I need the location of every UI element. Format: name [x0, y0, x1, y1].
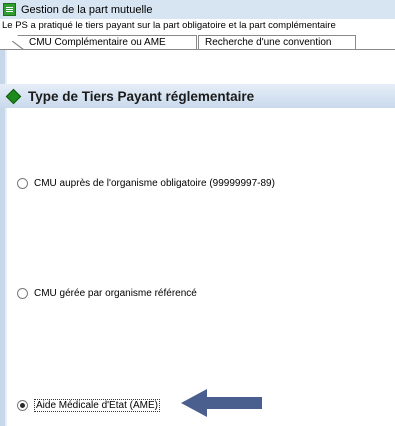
tab-label: Recherche d'une convention — [205, 37, 332, 48]
window-title: Gestion de la part mutuelle — [21, 3, 153, 16]
option-label: Aide Médicale d'Etat (AME) — [34, 399, 160, 412]
section-header: Type de Tiers Payant réglementaire — [0, 84, 395, 108]
tab-cmu-complementaire[interactable]: CMU Complémentaire ou AME — [4, 35, 197, 50]
title-bar: Gestion de la part mutuelle — [0, 0, 395, 19]
option-cmu-organisme-reference[interactable]: CMU gérée par organisme référencé — [17, 288, 197, 299]
option-label: CMU gérée par organisme référencé — [34, 288, 197, 299]
info-text: Le PS a pratiqué le tiers payant sur la … — [0, 19, 395, 33]
option-label: CMU auprès de l'organisme obligatoire (9… — [34, 178, 275, 189]
app-icon — [3, 3, 16, 16]
tab-strip: CMU Complémentaire ou AME Recherche d'un… — [0, 33, 395, 50]
radio-button-selected[interactable] — [17, 400, 28, 411]
option-cmu-organisme-obligatoire[interactable]: CMU auprès de l'organisme obligatoire (9… — [17, 178, 275, 189]
section-title: Type de Tiers Payant réglementaire — [28, 88, 255, 104]
green-diamond-icon — [5, 88, 22, 104]
tab-recherche-convention[interactable]: Recherche d'une convention — [198, 35, 356, 50]
radio-button[interactable] — [17, 178, 28, 189]
radio-button[interactable] — [17, 288, 28, 299]
arrow-left-icon — [177, 387, 267, 419]
option-aide-medicale-etat[interactable]: Aide Médicale d'Etat (AME) — [17, 399, 160, 412]
tab-label: CMU Complémentaire ou AME — [29, 37, 166, 48]
